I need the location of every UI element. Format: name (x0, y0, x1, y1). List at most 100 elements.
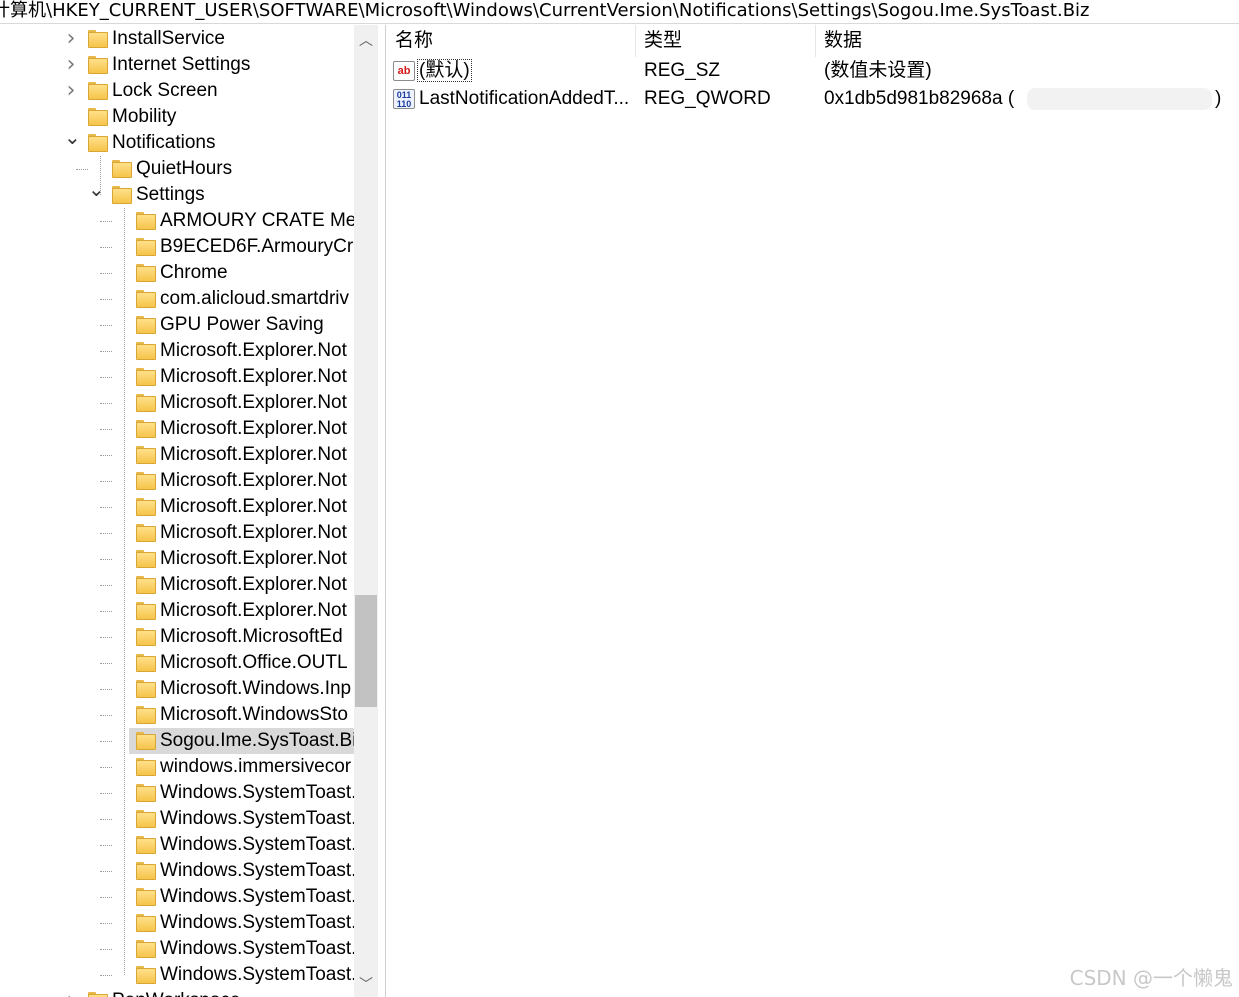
folder-icon (88, 30, 108, 48)
tree-item-label: Microsoft.Explorer.Not (160, 600, 347, 621)
chevron-right-icon[interactable]: › (64, 54, 78, 76)
chevron-down-icon[interactable]: ⌄ (64, 127, 81, 150)
column-header-name[interactable]: 名称 (387, 25, 636, 57)
redacted-region (1027, 88, 1212, 110)
folder-icon (136, 862, 156, 880)
tree-item-label: GPU Power Saving (160, 314, 324, 335)
tree-item[interactable]: › PenWorkspace (0, 988, 354, 997)
tree-item[interactable]: Windows.SystemToast. (0, 780, 354, 806)
tree-item[interactable]: Chrome (0, 260, 354, 286)
value-row-default[interactable]: ab (默认) REG_SZ (数值未设置) (387, 57, 1239, 85)
tree-connector (100, 351, 112, 352)
tree-item[interactable]: Microsoft.MicrosoftEd (0, 624, 354, 650)
tree-item[interactable]: Microsoft.Explorer.Not (0, 494, 354, 520)
tree-connector (100, 273, 112, 274)
tree-item-label: Windows.SystemToast. (160, 912, 354, 933)
tree-item[interactable]: Microsoft.Explorer.Not (0, 546, 354, 572)
folder-icon (136, 706, 156, 724)
folder-icon (136, 368, 156, 386)
folder-icon (136, 888, 156, 906)
tree-item-label: Mobility (112, 106, 177, 127)
address-path: 计算机\HKEY_CURRENT_USER\SOFTWARE\Microsoft… (0, 0, 1090, 21)
tree-item[interactable]: windows.immersivecor (0, 754, 354, 780)
tree-item[interactable]: › InstallService (0, 26, 354, 52)
tree-connector (100, 923, 112, 924)
tree-item[interactable]: ARMOURY CRATE Mes (0, 208, 354, 234)
tree-connector (100, 897, 112, 898)
tree-item[interactable]: Sogou.Ime.SysToast.Biz (0, 728, 354, 754)
values-pane: 名称 类型 数据 ab (默认) REG_SZ (数值未设置) 011 110 … (387, 25, 1239, 997)
tree-connector (100, 663, 112, 664)
binary-value-icon: 011 110 (393, 89, 415, 109)
folder-icon (136, 966, 156, 984)
tree-item[interactable]: B9ECED6F.ArmouryCra (0, 234, 354, 260)
folder-icon (136, 550, 156, 568)
watermark: CSDN @一个懒鬼 (1069, 966, 1233, 990)
tree-item-label: QuietHours (136, 158, 233, 179)
folder-icon (88, 992, 108, 997)
tree-item[interactable]: Microsoft.Explorer.Not (0, 364, 354, 390)
tree-item[interactable]: Mobility (0, 104, 354, 130)
tree-item[interactable]: › Lock Screen (0, 78, 354, 104)
tree-item[interactable]: Windows.SystemToast. (0, 936, 354, 962)
tree-item[interactable]: Microsoft.Windows.Inp (0, 676, 354, 702)
tree-item[interactable]: Windows.SystemToast. (0, 910, 354, 936)
tree-item[interactable]: Microsoft.Explorer.Not (0, 598, 354, 624)
tree-item[interactable]: Microsoft.WindowsSto (0, 702, 354, 728)
tree-item[interactable]: ⌄ Settings (0, 179, 354, 208)
tree-item-label: Microsoft.Explorer.Not (160, 470, 347, 491)
tree-item-label: Microsoft.Explorer.Not (160, 392, 347, 413)
tree-item[interactable]: Microsoft.Explorer.Not (0, 468, 354, 494)
tree-item-label: ARMOURY CRATE Mes (160, 210, 354, 231)
pane-splitter[interactable] (378, 25, 386, 997)
value-row-last-notification[interactable]: 011 110 LastNotificationAddedT... REG_QW… (387, 85, 1239, 113)
tree-item-label: Microsoft.WindowsSto (160, 704, 348, 725)
folder-icon (136, 758, 156, 776)
column-header-data[interactable]: 数据 (816, 25, 1239, 57)
tree-connector (100, 325, 112, 326)
column-header-type[interactable]: 类型 (636, 25, 816, 57)
scroll-up-icon[interactable]: ︿ (354, 29, 378, 53)
address-bar[interactable]: 计算机\HKEY_CURRENT_USER\SOFTWARE\Microsoft… (0, 0, 1239, 24)
scroll-down-icon[interactable]: ﹀ (354, 973, 378, 997)
chevron-right-icon[interactable]: › (64, 990, 78, 997)
tree-item[interactable]: GPU Power Saving (0, 312, 354, 338)
tree-item[interactable]: QuietHours (0, 156, 354, 182)
tree-connector (100, 741, 112, 742)
tree-item[interactable]: com.alicloud.smartdriv (0, 286, 354, 312)
folder-icon (136, 654, 156, 672)
folder-icon (112, 160, 132, 178)
tree-connector (100, 585, 112, 586)
folder-icon (136, 472, 156, 490)
tree-item[interactable]: ⌄ Notifications (0, 127, 354, 156)
tree-item-label: Windows.SystemToast. (160, 834, 354, 855)
tree-item[interactable]: Microsoft.Explorer.Not (0, 520, 354, 546)
folder-icon (136, 498, 156, 516)
folder-icon (136, 732, 156, 750)
folder-icon (136, 316, 156, 334)
scroll-thumb[interactable] (355, 595, 377, 707)
tree-item[interactable]: Windows.SystemToast. (0, 858, 354, 884)
chevron-right-icon[interactable]: › (64, 80, 78, 102)
tree-item[interactable]: Microsoft.Explorer.Not (0, 416, 354, 442)
tree-item-label: Windows.SystemToast. (160, 886, 354, 907)
tree-item[interactable]: Microsoft.Explorer.Not (0, 572, 354, 598)
tree-scrollbar[interactable]: ︿ ﹀ (354, 25, 378, 997)
tree-item-label: Notifications (112, 132, 216, 153)
tree-item[interactable]: Windows.SystemToast. (0, 962, 354, 988)
chevron-right-icon[interactable]: › (64, 28, 78, 50)
tree-item[interactable]: Microsoft.Explorer.Not (0, 390, 354, 416)
tree-item[interactable]: › Internet Settings (0, 52, 354, 78)
folder-icon (136, 394, 156, 412)
tree-connector (100, 533, 112, 534)
tree-item[interactable]: Windows.SystemToast. (0, 884, 354, 910)
tree-item[interactable]: Windows.SystemToast. (0, 806, 354, 832)
tree-connector (100, 403, 112, 404)
folder-icon (136, 628, 156, 646)
tree-connector (100, 377, 112, 378)
tree-item[interactable]: Windows.SystemToast. (0, 832, 354, 858)
tree-item[interactable]: Microsoft.Explorer.Not (0, 442, 354, 468)
tree-item[interactable]: Microsoft.Office.OUTL (0, 650, 354, 676)
tree-item-label: Chrome (160, 262, 228, 283)
tree-item[interactable]: Microsoft.Explorer.Not (0, 338, 354, 364)
